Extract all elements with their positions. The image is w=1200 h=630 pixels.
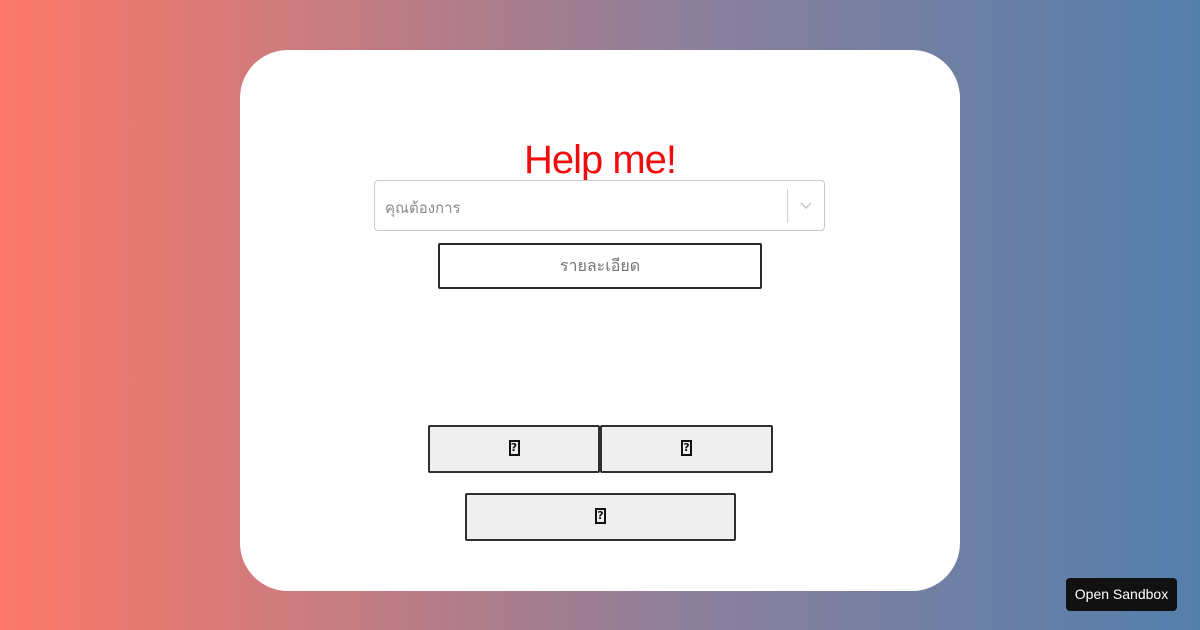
missing-glyph-icon — [595, 507, 606, 525]
open-sandbox-button[interactable]: Open Sandbox — [1066, 578, 1177, 611]
page-title: Help me! — [523, 138, 677, 182]
chevron-down-icon[interactable] — [796, 195, 816, 215]
select-placeholder: คุณต้องการ — [385, 199, 461, 217]
option-button-1[interactable] — [428, 425, 600, 473]
option-button-2[interactable] — [600, 425, 773, 473]
missing-glyph-icon — [681, 439, 692, 457]
request-type-select[interactable]: คุณต้องการ — [374, 180, 825, 231]
select-separator — [787, 189, 788, 223]
detail-input[interactable]: รายละเอียด — [438, 243, 762, 289]
missing-glyph-icon — [508, 439, 520, 457]
submit-button[interactable] — [465, 493, 736, 541]
help-card: Help me! คุณต้องการ รายละเอียด — [240, 50, 960, 591]
detail-placeholder: รายละเอียด — [559, 256, 641, 275]
